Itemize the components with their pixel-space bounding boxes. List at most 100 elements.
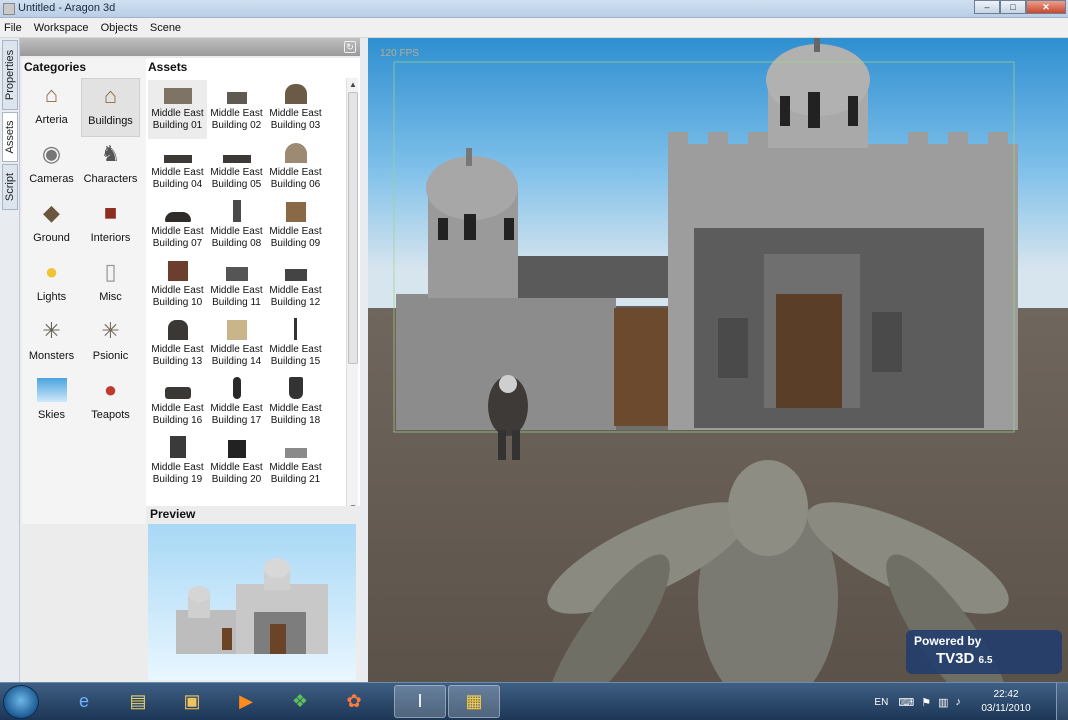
windows-live-taskbar-icon[interactable]: ❖	[274, 685, 326, 718]
building-thumbnail	[222, 259, 252, 281]
asset-label-line2: Building 19	[152, 474, 203, 485]
media-player-taskbar-icon[interactable]: ▶	[220, 685, 272, 718]
category-interiors[interactable]: ■ Interiors	[81, 196, 140, 255]
asset-label-line2: Building 17	[211, 415, 262, 426]
asset-item[interactable]: Middle East Building 14	[207, 316, 266, 375]
tab-properties-label: Properties	[4, 49, 16, 101]
language-indicator[interactable]: EN	[874, 697, 888, 708]
asset-item[interactable]: Middle East Building 16	[148, 375, 207, 434]
asset-label: Middle East Building 07	[151, 226, 203, 250]
asset-label-line2: Building 21	[270, 474, 321, 485]
building-thumbnail	[222, 318, 252, 340]
explorer-taskbar-icon[interactable]: ▣	[166, 685, 218, 718]
menu-workspace[interactable]: Workspace	[30, 22, 97, 34]
category-label: Lights	[36, 291, 67, 303]
category-label: Skies	[38, 409, 65, 421]
asset-item[interactable]: Middle East Building 13	[148, 316, 207, 375]
ie-taskbar-icon[interactable]: e	[58, 685, 110, 718]
asset-label: Middle East Building 06	[269, 167, 321, 191]
asset-item[interactable]: Middle East Building 21	[266, 434, 325, 493]
scroll-up-icon[interactable]: ▲	[349, 80, 357, 89]
tab-assets[interactable]: Assets	[2, 112, 18, 162]
asset-label-line1: Middle East	[151, 285, 204, 296]
show-desktop-button[interactable]	[1056, 683, 1068, 720]
notes-taskbar-icon[interactable]: ▤	[112, 685, 164, 718]
asset-label-line2: Building 20	[211, 474, 262, 485]
asset-label: Middle East Building 17	[210, 403, 262, 427]
asset-item[interactable]: Middle East Building 10	[148, 257, 207, 316]
assets-panel: ↻ Categories ⌂ Arteria ⌂ Buildings ◉ Camera…	[20, 38, 360, 682]
category-skies[interactable]: Skies	[22, 373, 81, 432]
asset-item[interactable]: Middle East Building 02	[207, 80, 266, 139]
asset-item[interactable]: Middle East Building 09	[266, 198, 325, 257]
asset-label-line2: Building 14	[211, 356, 262, 367]
asset-label-line2: Building 05	[211, 179, 262, 190]
category-teapots[interactable]: ● Teapots	[81, 373, 140, 432]
asset-item[interactable]: Middle East Building 19	[148, 434, 207, 493]
asset-label-line2: Building 04	[152, 179, 203, 190]
house-icon: ⌂	[44, 82, 59, 107]
asset-item[interactable]: Middle East Building 07	[148, 198, 207, 257]
asset-label-line1: Middle East	[151, 226, 204, 237]
asset-item[interactable]: Middle East Building 08	[207, 198, 266, 257]
category-cameras[interactable]: ◉ Cameras	[22, 137, 81, 196]
asset-item[interactable]: Middle East Building 05	[207, 139, 266, 198]
asset-label-line1: Middle East	[269, 108, 322, 119]
menu-file[interactable]: File	[0, 22, 30, 34]
asset-item[interactable]: Middle East Building 12	[266, 257, 325, 316]
tab-properties[interactable]: Properties	[2, 40, 18, 110]
volume-icon[interactable]: ♪	[956, 696, 962, 708]
asset-label-line1: Middle East	[269, 226, 322, 237]
category-label: Misc	[99, 291, 122, 303]
building-thumbnail	[281, 200, 311, 222]
category-psionic[interactable]: ✳ Psionic	[81, 314, 140, 373]
aragon-taskbar-icon[interactable]: I	[394, 685, 446, 718]
assets-scrollbar[interactable]: ▲ ▼	[346, 78, 358, 514]
clock-time: 22:42	[993, 689, 1019, 700]
asset-item[interactable]: Middle East Building 18	[266, 375, 325, 434]
clock[interactable]: 22:42 03/11/2010	[968, 688, 1044, 716]
menu-scene[interactable]: Scene	[146, 22, 189, 34]
tab-script[interactable]: Script	[2, 164, 18, 210]
flag-icon[interactable]: ⚑	[921, 696, 931, 709]
app-taskbar-icon[interactable]: ✿	[328, 685, 380, 718]
panel-splitter[interactable]	[360, 38, 368, 682]
asset-item[interactable]: Middle East Building 11	[207, 257, 266, 316]
categories-grid: ⌂ Arteria ⌂ Buildings ◉ Cameras ♞ Characters…	[22, 78, 146, 432]
character-icon: ♞	[100, 141, 121, 166]
asset-label-line1: Middle East	[210, 285, 263, 296]
asset-label: Middle East Building 03	[269, 108, 321, 132]
building-thumbnail	[163, 200, 193, 222]
category-characters[interactable]: ♞ Characters	[81, 137, 140, 196]
start-button[interactable]	[3, 685, 39, 719]
category-misc[interactable]: ▯ Misc	[81, 255, 140, 314]
keyboard-icon[interactable]: ⌨	[898, 696, 914, 709]
menu-objects[interactable]: Objects	[97, 22, 146, 34]
minimize-button[interactable]: –	[974, 0, 1000, 14]
asset-item[interactable]: Middle East Building 20	[207, 434, 266, 493]
app2-taskbar-icon[interactable]: ▦	[448, 685, 500, 718]
asset-item[interactable]: Middle East Building 04	[148, 139, 207, 198]
category-arteria[interactable]: ⌂ Arteria	[22, 78, 81, 137]
scrollbar-thumb[interactable]	[348, 92, 358, 364]
asset-item[interactable]: Middle East Building 01	[148, 80, 207, 139]
pin-icon[interactable]: ↻	[344, 41, 356, 53]
category-label: Psionic	[92, 350, 129, 362]
maximize-button[interactable]: □	[1000, 0, 1026, 14]
asset-label: Middle East Building 16	[151, 403, 203, 427]
category-ground[interactable]: ◆ Ground	[22, 196, 81, 255]
asset-item[interactable]: Middle East Building 03	[266, 80, 325, 139]
asset-item[interactable]: Middle East Building 17	[207, 375, 266, 434]
preview-image	[148, 524, 356, 680]
scene-viewport[interactable]: 120 FPS Powered by TV3D 6.5	[368, 38, 1068, 682]
category-lights[interactable]: ● Lights	[22, 255, 81, 314]
asset-label-line2: Building 06	[270, 179, 321, 190]
category-buildings[interactable]: ⌂ Buildings	[81, 78, 140, 137]
close-button[interactable]: ✕	[1026, 0, 1066, 14]
asset-label: Middle East Building 10	[151, 285, 203, 309]
category-monsters[interactable]: ✳ Monsters	[22, 314, 81, 373]
network-icon[interactable]: ▥	[938, 696, 948, 709]
asset-label-line2: Building 03	[270, 120, 321, 131]
asset-item[interactable]: Middle East Building 15	[266, 316, 325, 375]
asset-item[interactable]: Middle East Building 06	[266, 139, 325, 198]
